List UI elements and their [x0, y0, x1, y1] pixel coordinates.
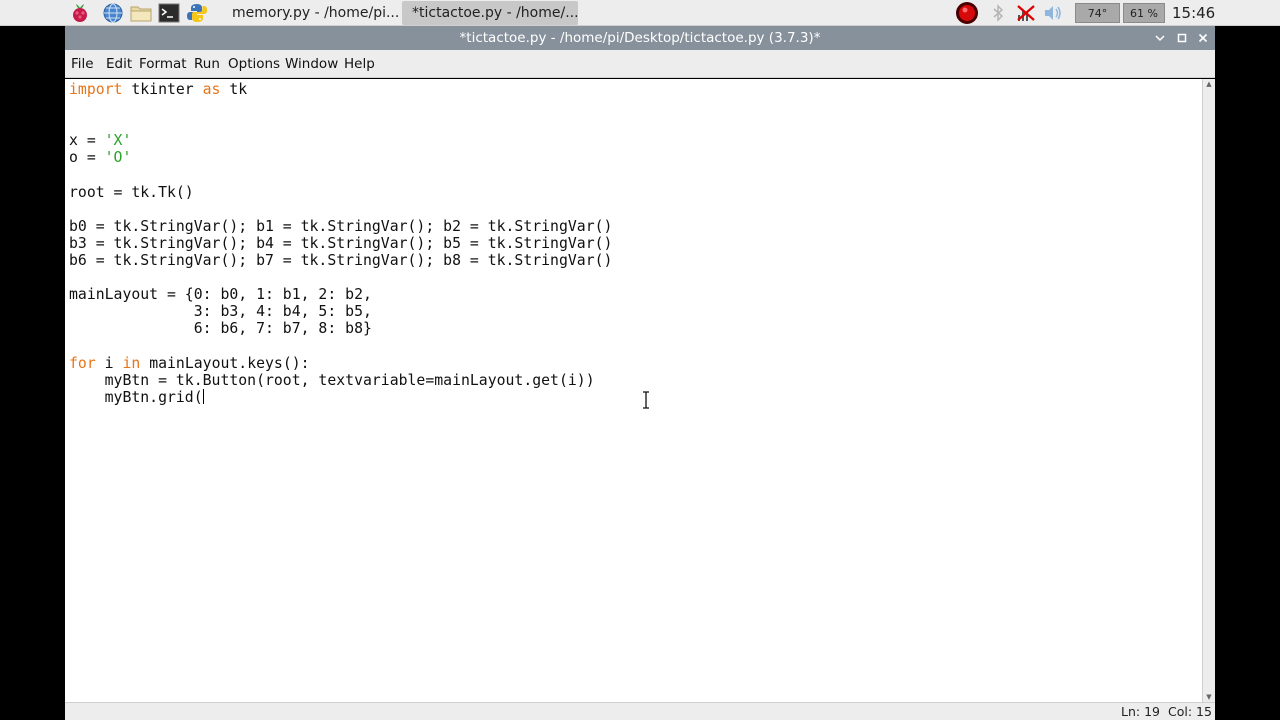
taskbar-task-memory[interactable]: memory.py - /home/pi... — [222, 1, 398, 25]
menu-bar: File Edit Format Run Options Window Help — [65, 50, 1215, 78]
close-button[interactable] — [1193, 26, 1213, 50]
maximize-icon — [1177, 33, 1187, 43]
taskbar-task-label: memory.py - /home/pi... — [232, 5, 398, 21]
maximize-button[interactable] — [1172, 26, 1192, 50]
network-disconnected-icon[interactable] — [1014, 0, 1038, 26]
file-manager-icon[interactable] — [130, 2, 152, 24]
vertical-scrollbar[interactable]: ▲ ▼ — [1202, 79, 1215, 702]
scroll-up-arrow-icon[interactable]: ▲ — [1203, 79, 1215, 89]
text-cursor-icon — [643, 391, 649, 409]
clock[interactable]: 15:46 — [1172, 0, 1215, 26]
menu-help[interactable]: Help — [344, 56, 375, 72]
taskbar-task-tictactoe[interactable]: *tictactoe.py - /home/... — [402, 1, 578, 25]
taskbar: memory.py - /home/pi... *tictactoe.py - … — [0, 0, 1280, 26]
scroll-down-arrow-icon[interactable]: ▼ — [1203, 692, 1215, 702]
chevron-down-icon — [1155, 35, 1165, 42]
volume-icon[interactable] — [1042, 0, 1064, 26]
bluetooth-icon[interactable] — [988, 0, 1008, 26]
taskbar-task-label: *tictactoe.py - /home/... — [412, 5, 578, 21]
cpu-temperature-value: 74° — [1087, 6, 1108, 20]
close-icon — [1198, 33, 1208, 43]
text-caret — [202, 388, 204, 404]
menu-format[interactable]: Format — [139, 56, 187, 72]
window-titlebar[interactable]: *tictactoe.py - /home/pi/Desktop/tictact… — [65, 26, 1215, 50]
column-number: Col: 15 — [1168, 704, 1212, 719]
line-number: Ln: 19 — [1121, 704, 1160, 719]
menu-edit[interactable]: Edit — [106, 56, 132, 72]
status-bar: Ln: 19 Col: 15 — [65, 702, 1215, 720]
code-editor[interactable]: import tkinter as tk x = 'X' o = 'O' roo… — [65, 79, 1202, 702]
web-browser-icon[interactable] — [102, 2, 124, 24]
code-text[interactable]: import tkinter as tk x = 'X' o = 'O' roo… — [69, 81, 612, 406]
menu-options[interactable]: Options — [228, 56, 280, 72]
python-idle-icon[interactable] — [186, 2, 208, 24]
raspberry-pi-menu-icon[interactable] — [69, 2, 91, 24]
minimize-button[interactable] — [1150, 26, 1170, 50]
window-title: *tictactoe.py - /home/pi/Desktop/tictact… — [459, 30, 821, 46]
menu-file[interactable]: File — [71, 56, 94, 72]
cpu-temperature-monitor: 74° — [1075, 3, 1120, 23]
menu-run[interactable]: Run — [194, 56, 220, 72]
cpu-usage-value: 61 % — [1130, 6, 1158, 20]
record-icon[interactable] — [954, 0, 980, 26]
menu-window[interactable]: Window — [285, 56, 338, 72]
cpu-usage-monitor: 61 % — [1123, 3, 1165, 23]
terminal-icon[interactable] — [158, 2, 180, 24]
